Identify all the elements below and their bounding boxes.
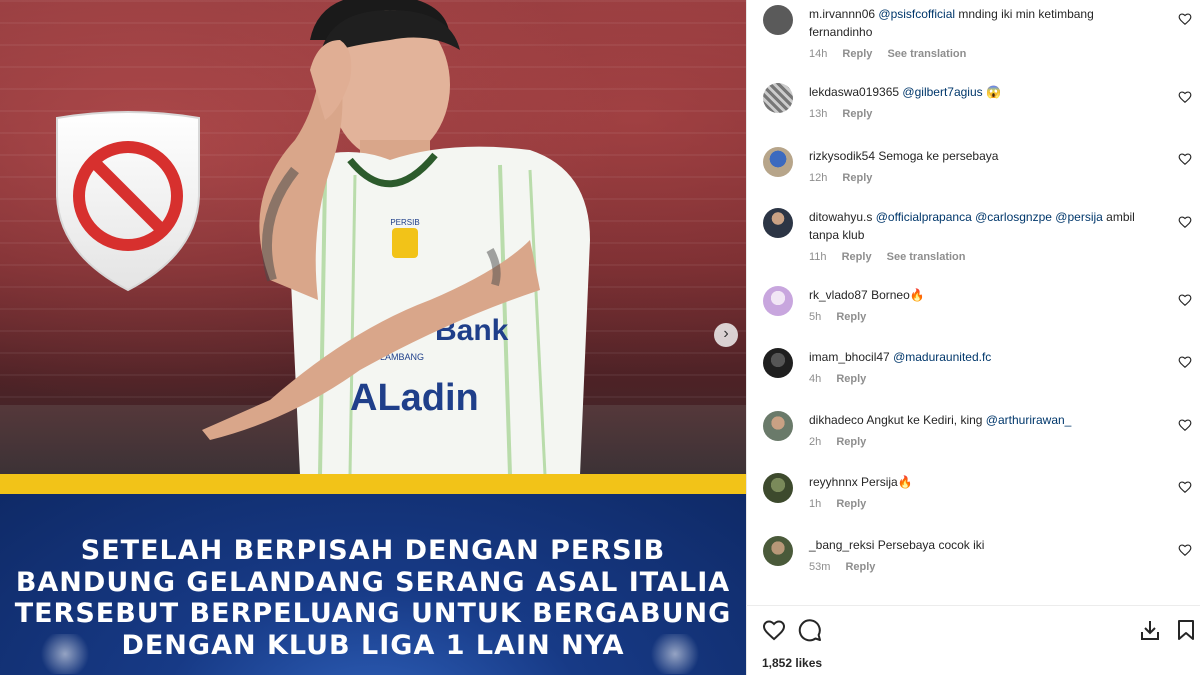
- comment-body: _bang_reksi Persebaya cocok iki 53m Repl…: [809, 536, 1149, 576]
- comment-time: 12h: [809, 172, 828, 184]
- reply-button[interactable]: Reply: [842, 172, 872, 184]
- caption-line: DENGAN KLUB LIGA 1 LAIN NYA: [121, 629, 625, 661]
- reply-button[interactable]: Reply: [836, 311, 866, 323]
- post-image: PERSIB Bank LAMBANG ALadin SETELAH BERPI…: [0, 0, 746, 675]
- comment-text: Semoga ke persebaya: [878, 149, 999, 163]
- comment-username[interactable]: rizkysodik54: [809, 149, 875, 163]
- caption-line: SETELAH BERPISAH DENGAN PERSIB: [80, 535, 666, 566]
- comment-body: rk_vlado87 Borneo🔥 5h Reply: [809, 286, 1149, 326]
- player-photo: PERSIB Bank LAMBANG ALadin: [202, 0, 590, 475]
- comment-mention[interactable]: @maduraunited.fc: [893, 350, 991, 364]
- comment-meta: 14h Reply See translation: [809, 45, 1149, 63]
- bookmark-icon[interactable]: [1174, 618, 1198, 642]
- comment-like-heart-icon[interactable]: [1178, 355, 1192, 369]
- comment-time: 5h: [809, 311, 822, 323]
- reply-button[interactable]: Reply: [842, 48, 872, 60]
- reply-button[interactable]: Reply: [836, 373, 866, 385]
- caption-line: BANDUNG GELANDANG SERANG ASAL ITALIA: [15, 566, 731, 598]
- jersey-badge-text: PERSIB: [390, 218, 419, 227]
- comment-username[interactable]: reyyhnnx: [809, 475, 858, 489]
- comment-body: imam_bhocil47 @maduraunited.fc 4h Reply: [809, 348, 1149, 388]
- comment-mention[interactable]: @officialprapanca @carlosgnzpe @persija: [876, 210, 1103, 224]
- comment-time: 14h: [809, 48, 828, 60]
- comment-meta: 4h Reply: [809, 370, 1149, 388]
- share-icon[interactable]: [1138, 618, 1162, 642]
- caption-yellow-bar: [0, 474, 746, 494]
- caption-line: TERSEBUT BERPELUANG UNTUK BERGABUNG: [14, 598, 732, 629]
- carousel-next-button[interactable]: ›: [714, 323, 738, 347]
- avatar[interactable]: [763, 5, 793, 35]
- comment-time: 11h: [809, 251, 827, 263]
- jersey-sponsor-text: ALadin: [350, 377, 479, 419]
- comment-username[interactable]: lekdaswa019365: [809, 85, 899, 99]
- comment-body: rizkysodik54 Semoga ke persebaya 12h Rep…: [809, 147, 1149, 187]
- comment-time: 1h: [809, 498, 822, 510]
- comment-time: 2h: [809, 436, 822, 448]
- comment-username[interactable]: imam_bhocil47: [809, 350, 890, 364]
- comment-like-heart-icon[interactable]: [1178, 90, 1192, 104]
- comment-text: Persebaya cocok iki: [877, 538, 985, 552]
- comment-time: 13h: [809, 108, 828, 120]
- comment-time: 4h: [809, 373, 822, 385]
- avatar[interactable]: [763, 536, 793, 566]
- comment-username[interactable]: _bang_reksi: [809, 538, 874, 552]
- comment-like-heart-icon[interactable]: [1178, 152, 1192, 166]
- heart-icon[interactable]: [762, 618, 786, 642]
- comment-text: Persija🔥: [861, 475, 913, 489]
- chevron-right-icon: ›: [723, 325, 729, 342]
- reply-button[interactable]: Reply: [842, 251, 872, 263]
- comment-mention[interactable]: @arthurirawan_: [986, 413, 1072, 427]
- reply-button[interactable]: Reply: [836, 498, 866, 510]
- comment-username[interactable]: rk_vlado87: [809, 288, 868, 302]
- avatar[interactable]: [763, 286, 793, 316]
- comment-time: 53m: [809, 561, 831, 573]
- avatar[interactable]: [763, 348, 793, 378]
- comment-body: dikhadeco Angkut ke Kediri, king @arthur…: [809, 411, 1149, 451]
- reply-button[interactable]: Reply: [845, 561, 875, 573]
- reply-button[interactable]: Reply: [836, 436, 866, 448]
- comment-meta: 12h Reply: [809, 169, 1149, 187]
- comment-meta: 53m Reply: [809, 558, 1149, 576]
- comment-text: 😱: [982, 85, 1001, 99]
- comment-like-heart-icon[interactable]: [1178, 543, 1192, 557]
- comment-like-heart-icon[interactable]: [1178, 12, 1192, 26]
- see-translation-button[interactable]: See translation: [887, 48, 966, 60]
- reply-button[interactable]: Reply: [842, 108, 872, 120]
- comment-like-heart-icon[interactable]: [1178, 215, 1192, 229]
- comment-like-heart-icon[interactable]: [1178, 480, 1192, 494]
- comment-mention[interactable]: @psisfcofficial: [878, 7, 955, 21]
- avatar[interactable]: [763, 83, 793, 113]
- comment-text: Borneo🔥: [871, 288, 925, 302]
- comment-meta: 13h Reply: [809, 105, 1149, 123]
- comment-meta: 5h Reply: [809, 308, 1149, 326]
- comment-username[interactable]: dikhadeco: [809, 413, 864, 427]
- comment-body: m.irvannn06 @psisfcofficial mnding iki m…: [809, 5, 1149, 63]
- avatar[interactable]: [763, 411, 793, 441]
- comment-meta: 2h Reply: [809, 433, 1149, 451]
- comment-like-heart-icon[interactable]: [1178, 293, 1192, 307]
- comment-mention[interactable]: @gilbert7agius: [902, 85, 982, 99]
- prohibited-shield-icon: [56, 111, 200, 292]
- see-translation-button[interactable]: See translation: [887, 251, 966, 263]
- comment-username[interactable]: ditowahyu.s: [809, 210, 872, 224]
- comment-like-heart-icon[interactable]: [1178, 418, 1192, 432]
- post-caption: SETELAH BERPISAH DENGAN PERSIB BANDUNG G…: [0, 535, 746, 661]
- comment-body: lekdaswa019365 @gilbert7agius 😱 13h Repl…: [809, 83, 1149, 123]
- comment-body: ditowahyu.s @officialprapanca @carlosgnz…: [809, 208, 1149, 266]
- avatar[interactable]: [763, 473, 793, 503]
- avatar[interactable]: [763, 208, 793, 238]
- comment-icon[interactable]: [798, 618, 822, 642]
- avatar[interactable]: [763, 147, 793, 177]
- comment-username[interactable]: m.irvannn06: [809, 7, 875, 21]
- comment-text: Angkut ke Kediri, king: [866, 413, 986, 427]
- comment-body: reyyhnnx Persija🔥 1h Reply: [809, 473, 1149, 513]
- comment-meta: 1h Reply: [809, 495, 1149, 513]
- likes-count[interactable]: 1,852 likes: [762, 656, 822, 670]
- comment-meta: 11h Reply See translation: [809, 248, 1149, 266]
